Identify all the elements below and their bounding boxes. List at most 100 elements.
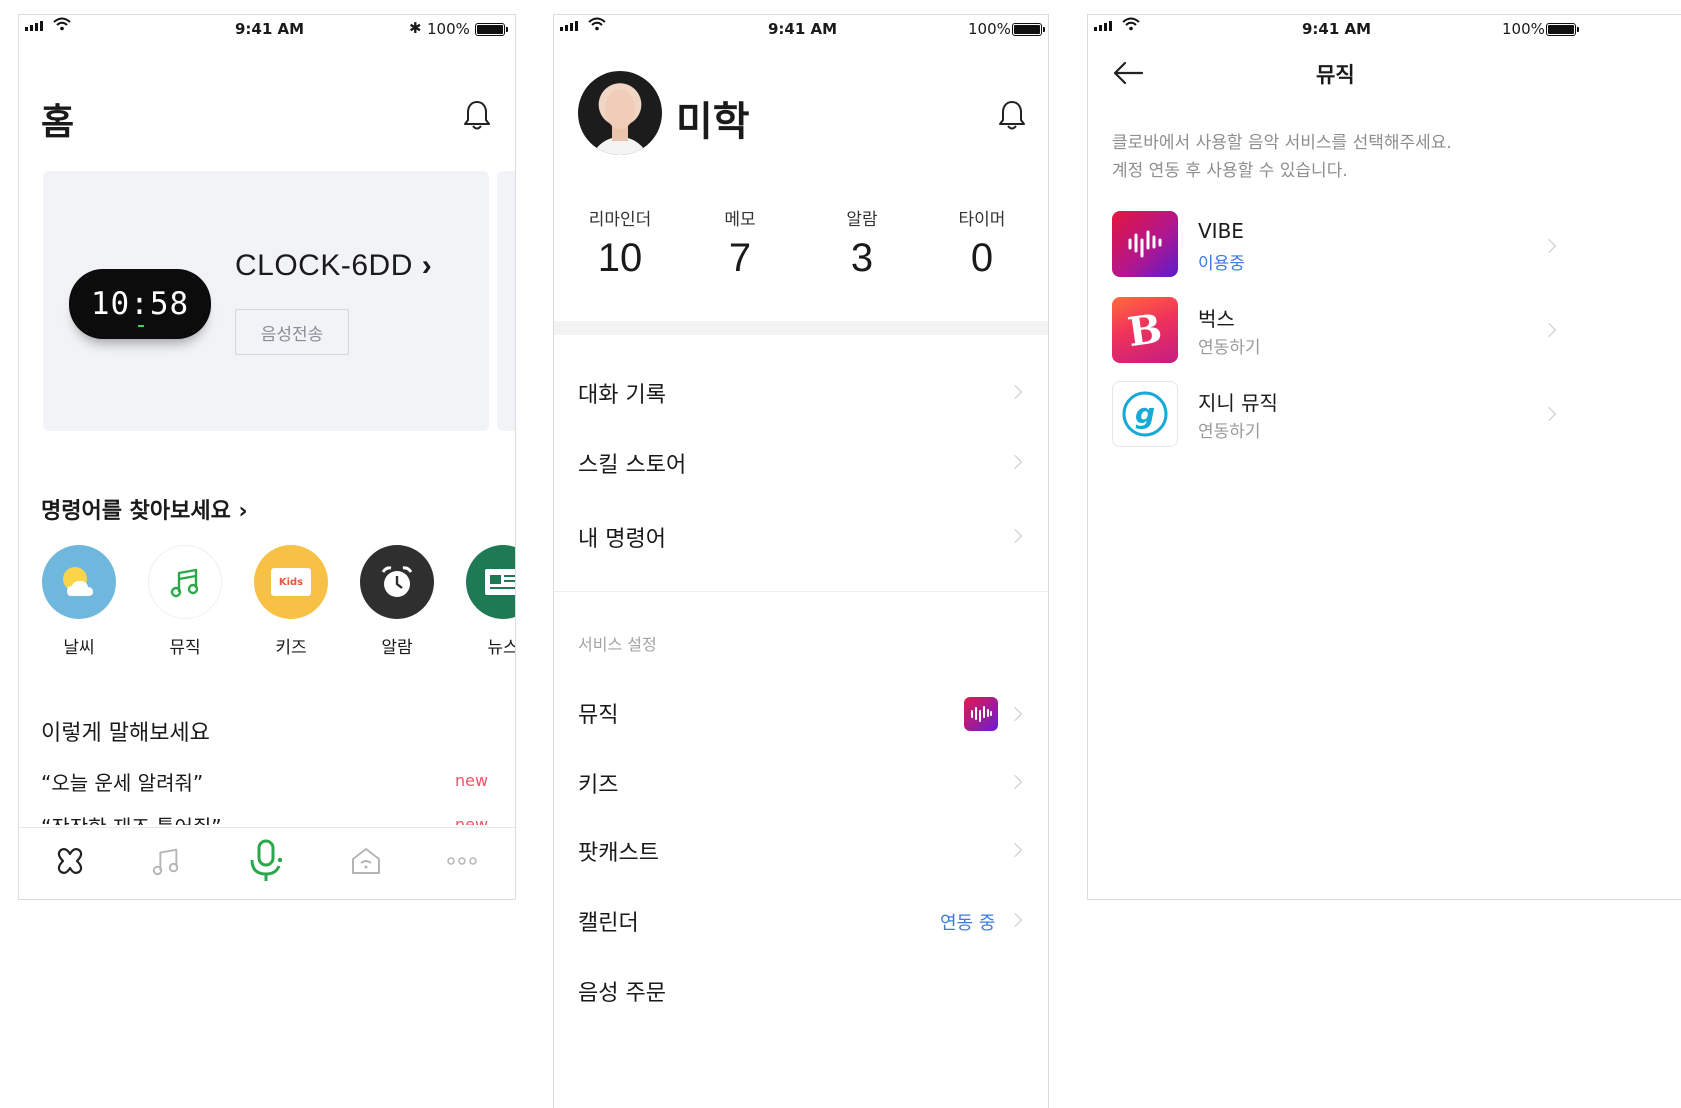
bell-icon[interactable] <box>998 99 1025 130</box>
music-icon <box>148 545 222 619</box>
chevron-right-icon <box>1007 384 1023 400</box>
category-news[interactable]: 뉴스 <box>465 545 516 658</box>
home-screen: 9:41 AM ✱ 100% 홈 10:58 CLOCK-6DD › 음성전송 … <box>18 14 516 900</box>
home-icon[interactable] <box>343 838 389 884</box>
more-icon[interactable] <box>439 838 485 884</box>
battery-percent: 100% <box>1502 20 1545 38</box>
status-time: 9:41 AM <box>235 20 305 38</box>
vibe-icon[interactable] <box>1112 211 1178 277</box>
section-divider <box>554 591 1048 592</box>
weather-icon <box>42 545 116 619</box>
suggestion-item[interactable]: “오늘 운세 알려줘” <box>41 767 203 796</box>
device-name-text: CLOCK-6DD <box>235 249 413 282</box>
signal-icon <box>1094 21 1112 31</box>
menu-my-commands[interactable]: 내 명령어 <box>578 521 666 553</box>
menu-conversation-history[interactable]: 대화 기록 <box>578 377 666 409</box>
chevron-right-icon <box>1007 912 1023 928</box>
stat-label: 메모 <box>724 210 756 230</box>
app-status: 연동하기 <box>1198 338 1261 358</box>
stat-label: 리마인더 <box>588 210 652 230</box>
wifi-icon <box>1122 17 1140 35</box>
stat-value: 10 <box>597 236 643 280</box>
service-voice-order[interactable]: 음성 주문 <box>578 975 666 1007</box>
category-label: 키즈 <box>275 638 307 658</box>
bottom-tab-bar <box>19 827 515 899</box>
voice-send-button[interactable]: 음성전송 <box>235 309 349 355</box>
chevron-right-icon <box>1007 706 1023 722</box>
menu-skill-store[interactable]: 스킬 스토어 <box>578 447 686 479</box>
device-name[interactable]: CLOCK-6DD › <box>235 249 432 283</box>
description-line: 클로바에서 사용할 음악 서비스를 선택해주세요. <box>1112 133 1452 153</box>
category-label: 뮤직 <box>169 638 201 658</box>
svg-text:g: g <box>1135 397 1155 430</box>
app-name[interactable]: 벅스 <box>1198 303 1235 332</box>
clock-device-image: 10:58 <box>69 269 211 339</box>
profile-screen: 9:41 AM 100% 미학 리마인더 10 메모 7 알람 3 타이머 0 대화 기… <box>553 14 1049 1108</box>
bluetooth-icon: ✱ <box>409 19 422 37</box>
category-kids[interactable]: Kids 키즈 <box>253 545 329 658</box>
bell-icon[interactable] <box>463 99 490 130</box>
kids-icon: Kids <box>254 545 328 619</box>
stat-memo[interactable]: 메모 7 <box>680 205 800 281</box>
new-badge: new <box>455 815 489 825</box>
calendar-linked-status: 연동 중 <box>940 913 996 934</box>
chevron-right-icon <box>1007 454 1023 470</box>
service-settings-header: 서비스 설정 <box>578 635 657 654</box>
status-time: 9:41 AM <box>1302 20 1372 38</box>
battery-percent: 100% <box>968 20 1011 38</box>
new-badge: new <box>455 771 489 790</box>
user-name: 미학 <box>676 99 750 145</box>
chevron-right-icon <box>1007 842 1023 858</box>
app-status: 이용중 <box>1198 254 1245 274</box>
status-time: 9:41 AM <box>768 20 838 38</box>
vibe-icon <box>964 697 998 731</box>
service-kids[interactable]: 키즈 <box>578 767 618 799</box>
description-line: 계정 연동 후 사용할 수 있습니다. <box>1112 161 1348 181</box>
battery-icon <box>1546 23 1579 36</box>
app-name[interactable]: 지니 뮤직 <box>1198 387 1278 416</box>
genie-icon[interactable]: g <box>1112 381 1178 447</box>
news-icon <box>466 545 515 619</box>
clock-indicator <box>138 325 144 327</box>
status-bar: 9:41 AM 100% <box>1088 15 1681 45</box>
stat-value: 0 <box>970 236 994 280</box>
next-device-card[interactable] <box>497 171 515 431</box>
service-music[interactable]: 뮤직 <box>578 697 618 729</box>
stat-timer[interactable]: 타이머 0 <box>922 205 1042 281</box>
signal-icon <box>25 21 43 31</box>
chevron-right-icon <box>1007 528 1023 544</box>
service-podcast[interactable]: 팟캐스트 <box>578 835 659 867</box>
battery-percent: 100% <box>427 20 470 38</box>
app-status: 연동하기 <box>1198 422 1261 442</box>
chevron-right-icon <box>1541 406 1557 422</box>
page-title: 뮤직 <box>1316 63 1355 87</box>
commands-link[interactable]: 명령어를 찾아보세요 › <box>41 493 248 525</box>
music-icon[interactable] <box>143 838 189 884</box>
battery-icon <box>475 23 508 36</box>
suggestion-item[interactable]: “잔잔한 재즈 틀어줘” <box>41 811 222 825</box>
avatar[interactable] <box>578 71 662 155</box>
section-divider <box>554 321 1048 335</box>
alarm-icon <box>360 545 434 619</box>
status-bar: 9:41 AM ✱ 100% <box>19 15 515 45</box>
category-weather[interactable]: 날씨 <box>41 545 117 658</box>
service-calendar[interactable]: 캘린더 <box>578 905 639 937</box>
category-label: 날씨 <box>63 638 95 658</box>
mic-icon[interactable] <box>243 838 289 884</box>
stat-value: 7 <box>728 236 752 280</box>
page-title: 홈 <box>41 102 75 143</box>
category-music[interactable]: 뮤직 <box>147 545 223 658</box>
stat-reminder[interactable]: 리마인더 10 <box>560 205 680 281</box>
bugs-icon[interactable]: B <box>1112 297 1178 363</box>
stat-alarm[interactable]: 알람 3 <box>802 205 922 281</box>
category-label: 알람 <box>381 638 413 658</box>
category-alarm[interactable]: 알람 <box>359 545 435 658</box>
back-arrow-icon[interactable] <box>1112 61 1144 85</box>
app-name[interactable]: VIBE <box>1198 219 1244 243</box>
clover-icon[interactable] <box>47 838 93 884</box>
stat-label: 알람 <box>846 210 878 230</box>
chevron-right-icon: › <box>421 249 433 282</box>
category-label: 뉴스 <box>487 638 516 658</box>
chevron-right-icon <box>1007 774 1023 790</box>
chevron-right-icon <box>1541 238 1557 254</box>
